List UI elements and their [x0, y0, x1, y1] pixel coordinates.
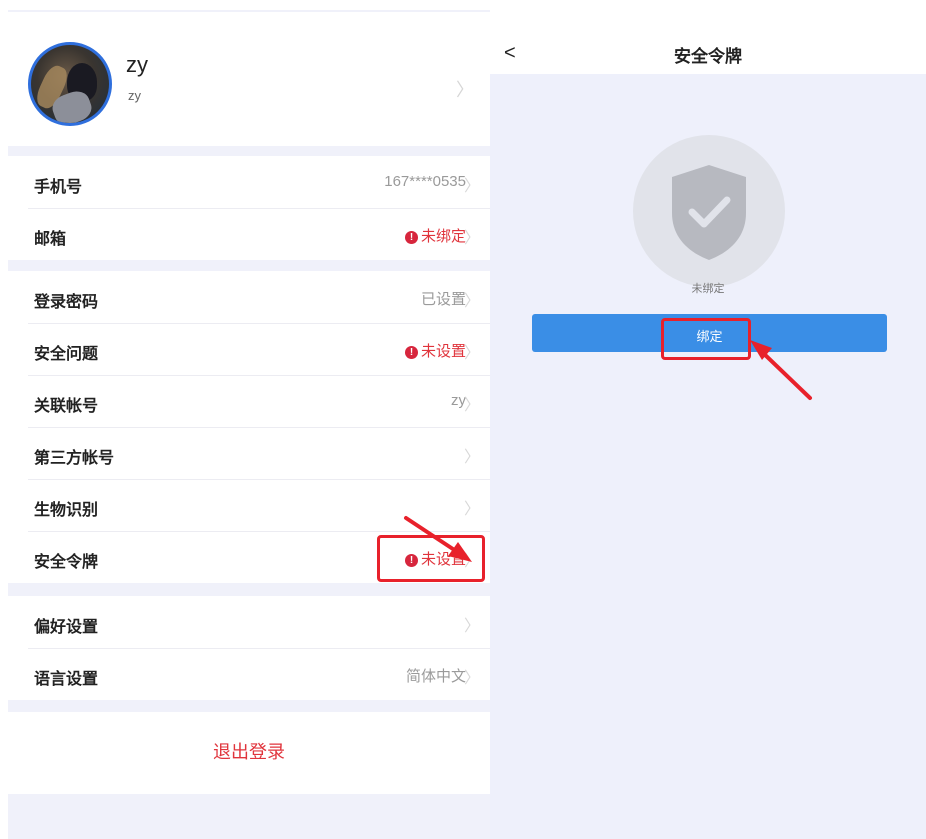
contact-group: 手机号 167****0535 〉 邮箱 ! 未绑定 〉 — [8, 156, 490, 260]
row-label: 生物识别 — [34, 502, 99, 519]
logout-label: 退出登录 — [213, 742, 285, 762]
row-value: 简体中文 — [405, 668, 466, 685]
settings-row-linked-account[interactable]: 关联帐号 zy 〉 — [8, 375, 490, 427]
settings-row-language[interactable]: 语言设置 简体中文 〉 — [8, 648, 490, 700]
chevron-right-icon: 〉 — [456, 80, 474, 100]
chevron-right-icon: 〉 — [463, 230, 480, 247]
row-label: 邮箱 — [34, 231, 67, 248]
annotation-highlight-box — [661, 318, 751, 360]
settings-row-security-question[interactable]: 安全问题 ! 未设置 〉 — [8, 323, 490, 375]
chevron-right-icon: 〉 — [463, 449, 480, 466]
avatar — [28, 42, 112, 126]
row-label: 登录密码 — [34, 294, 99, 311]
settings-row-login-password[interactable]: 登录密码 已设置 〉 — [8, 271, 490, 323]
settings-row-phone[interactable]: 手机号 167****0535 〉 — [8, 156, 490, 208]
annotation-highlight-box — [377, 535, 485, 582]
chevron-right-icon: 〉 — [463, 618, 480, 635]
chevron-right-icon: 〉 — [463, 397, 480, 414]
token-status: 未绑定 — [691, 283, 725, 295]
profile-subname: zy — [128, 88, 141, 103]
chevron-right-icon: 〉 — [463, 345, 480, 362]
chevron-right-icon: 〉 — [463, 670, 480, 687]
profile-card[interactable]: zy zy 〉 — [8, 12, 490, 146]
settings-row-email[interactable]: 邮箱 ! 未绑定 〉 — [8, 208, 490, 260]
chevron-right-icon: 〉 — [463, 178, 480, 195]
row-label: 安全令牌 — [34, 554, 99, 571]
row-value-warning: ! 未设置 — [404, 340, 466, 361]
row-label: 偏好设置 — [34, 619, 99, 636]
security-token-page: < 安全令牌 未绑定 绑定 — [490, 0, 926, 839]
row-label: 第三方帐号 — [34, 450, 115, 467]
page-title: 安全令牌 — [674, 47, 742, 66]
row-label: 安全问题 — [34, 346, 99, 363]
row-value-warning: ! 未绑定 — [404, 225, 466, 246]
row-label: 关联帐号 — [34, 398, 99, 415]
shield-check-svg — [672, 165, 746, 260]
top-strip — [8, 0, 490, 10]
shield-check-icon — [633, 135, 785, 287]
account-settings-panel: zy zy 〉 手机号 167****0535 〉 邮箱 ! 未绑定 〉 登录密码… — [8, 0, 490, 839]
row-label: 语言设置 — [34, 671, 99, 688]
row-value: 167****0535 — [384, 173, 466, 190]
logout-button[interactable]: 退出登录 — [8, 712, 490, 794]
warning-icon: ! — [404, 231, 418, 244]
row-value: 已设置 — [420, 291, 466, 308]
settings-row-preferences[interactable]: 偏好设置 〉 — [8, 596, 490, 648]
token-content: 未绑定 绑定 — [490, 74, 926, 839]
row-value-text: 未设置 — [420, 343, 466, 360]
row-label: 手机号 — [34, 179, 83, 196]
warning-icon: ! — [404, 346, 418, 359]
chevron-right-icon: 〉 — [463, 501, 480, 518]
settings-row-third-party[interactable]: 第三方帐号 〉 — [8, 427, 490, 479]
settings-row-biometric[interactable]: 生物识别 〉 — [8, 479, 490, 531]
row-value-text: 未绑定 — [420, 228, 466, 245]
preference-group: 偏好设置 〉 语言设置 简体中文 〉 — [8, 596, 490, 700]
nav-bar: < 安全令牌 — [490, 0, 926, 74]
chevron-right-icon: 〉 — [463, 293, 480, 310]
profile-name: zy — [126, 52, 148, 77]
